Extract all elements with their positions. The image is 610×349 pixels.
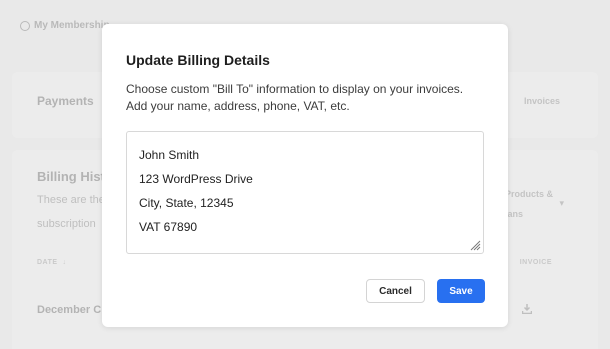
cancel-button[interactable]: Cancel xyxy=(366,279,425,303)
textarea-line: John Smith xyxy=(139,148,200,162)
textarea-line: City, State, 12345 xyxy=(139,196,234,210)
textarea-line: 123 WordPress Drive xyxy=(139,172,253,186)
bill-to-textarea[interactable]: John Smith 123 WordPress Drive City, Sta… xyxy=(126,131,484,254)
update-billing-dialog: Update Billing Details Choose custom "Bi… xyxy=(102,24,508,327)
dialog-title: Update Billing Details xyxy=(126,52,270,68)
dialog-description-line1: Choose custom "Bill To" information to d… xyxy=(126,82,464,96)
textarea-line: VAT 67890 xyxy=(139,220,198,234)
resize-handle-icon[interactable] xyxy=(469,239,481,251)
save-button[interactable]: Save xyxy=(437,279,485,303)
dialog-description: Choose custom "Bill To" information to d… xyxy=(126,81,486,115)
dialog-description-line2: Add your name, address, phone, VAT, etc. xyxy=(126,99,350,113)
